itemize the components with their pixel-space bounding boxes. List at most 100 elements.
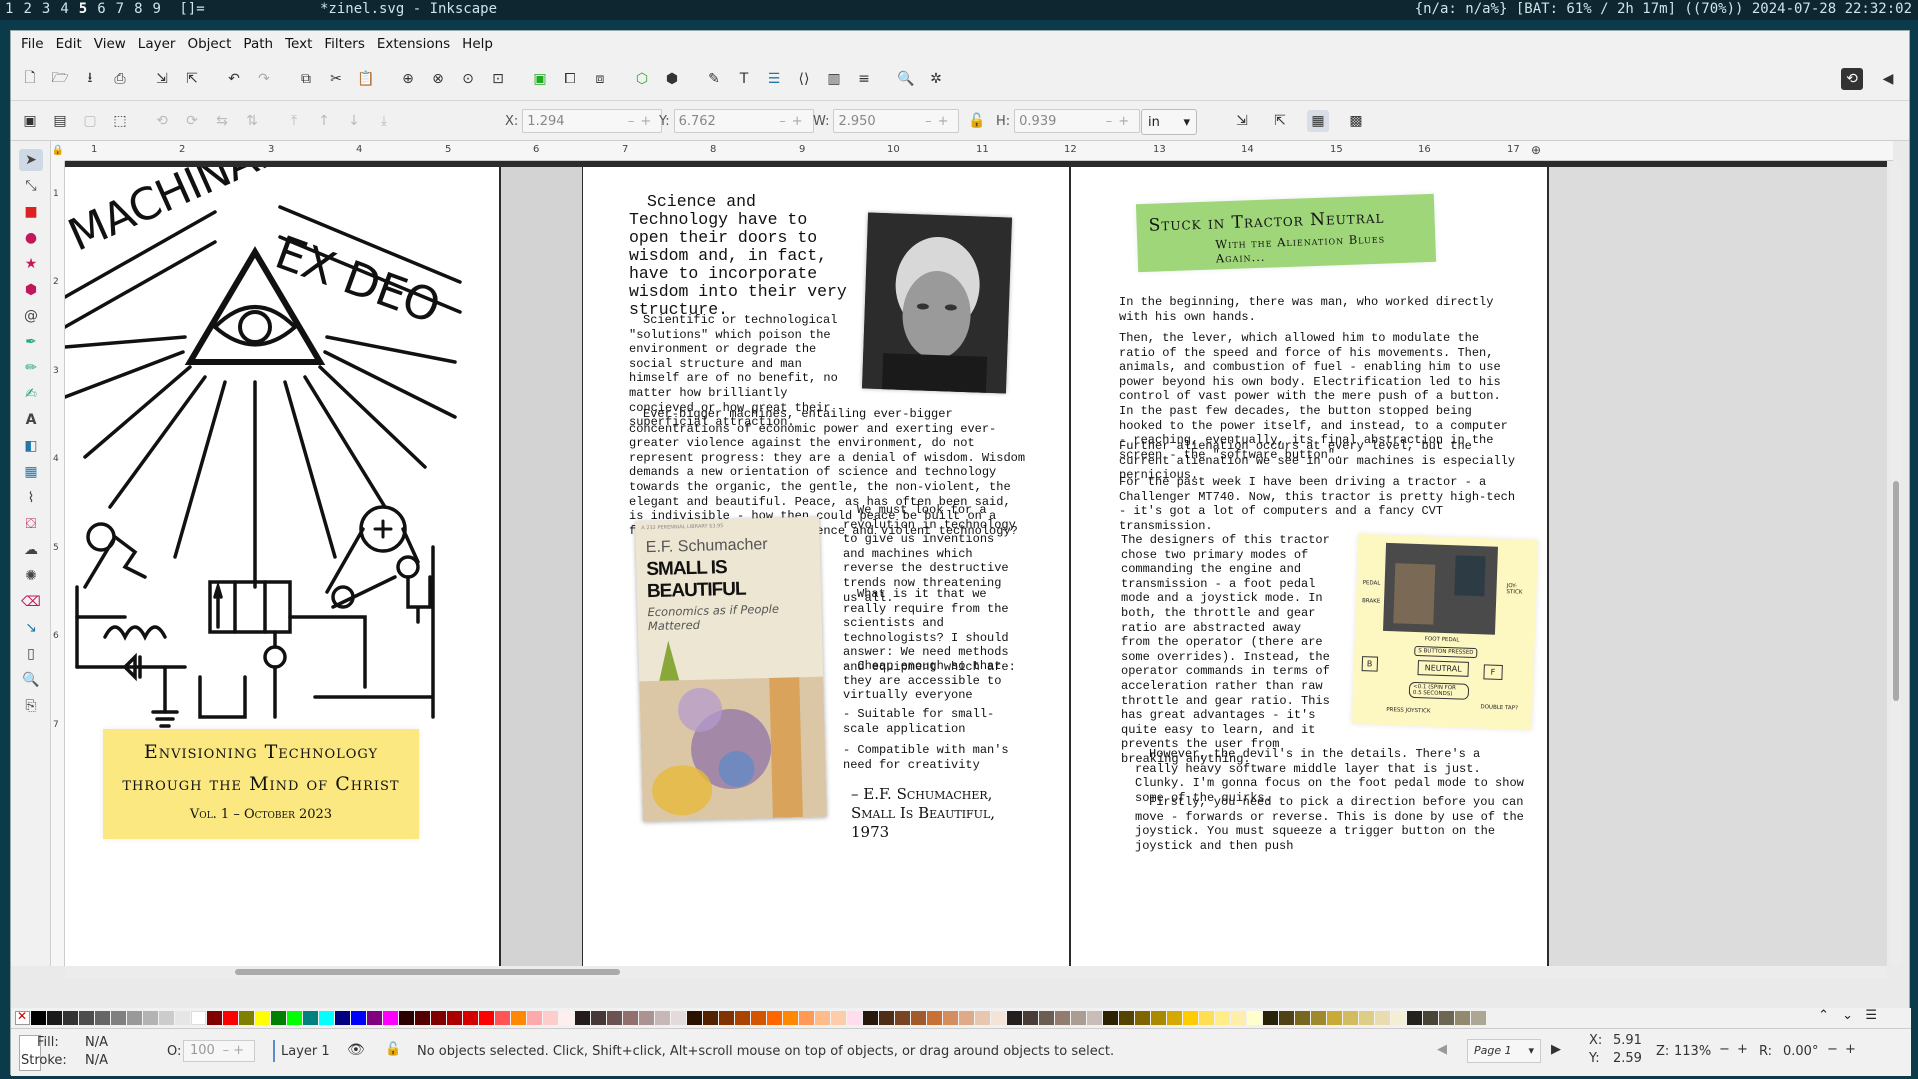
color-swatch[interactable] xyxy=(1215,1011,1230,1025)
page-tractor[interactable]: Stuck in Tractor Neutral With the Aliena… xyxy=(1071,167,1547,966)
color-swatch[interactable] xyxy=(527,1011,542,1025)
color-swatch[interactable] xyxy=(959,1011,974,1025)
color-swatch[interactable] xyxy=(1135,1011,1150,1025)
deselect-icon[interactable]: ▢ xyxy=(79,110,101,132)
dropper-tool-icon[interactable]: ⌇ xyxy=(19,487,43,509)
export-icon[interactable]: ⇱ xyxy=(181,68,203,90)
ungroup-icon[interactable]: ⬢ xyxy=(661,68,683,90)
spray-tool-icon[interactable]: ✺ xyxy=(19,565,43,587)
horizontal-scrollbar[interactable] xyxy=(65,966,1887,978)
color-swatch[interactable] xyxy=(111,1011,126,1025)
mesh-tool-icon[interactable]: ▦ xyxy=(19,461,43,483)
workspace-6[interactable]: 6 xyxy=(92,0,110,18)
zoom-selection-icon[interactable]: ⊕ xyxy=(397,68,419,90)
color-swatch[interactable] xyxy=(63,1011,78,1025)
color-swatch[interactable] xyxy=(351,1011,366,1025)
scale-corners-icon[interactable]: ⇱ xyxy=(1269,110,1291,132)
color-swatch[interactable] xyxy=(863,1011,878,1025)
eraser-tool-icon[interactable]: ⌫ xyxy=(19,591,43,613)
page-select[interactable]: Page 1 ▾ xyxy=(1467,1039,1541,1063)
color-swatch[interactable] xyxy=(847,1011,862,1025)
w-stepper-icon[interactable]: –+ xyxy=(925,114,954,129)
fill-value[interactable]: N/A xyxy=(85,1035,108,1050)
color-swatch[interactable] xyxy=(687,1011,702,1025)
color-swatch[interactable] xyxy=(1439,1011,1454,1025)
color-swatch[interactable] xyxy=(879,1011,894,1025)
color-swatch[interactable] xyxy=(495,1011,510,1025)
color-swatch[interactable] xyxy=(927,1011,942,1025)
color-swatch[interactable] xyxy=(207,1011,222,1025)
zoom-value[interactable]: 113% xyxy=(1674,1044,1711,1059)
color-swatch[interactable] xyxy=(1375,1011,1390,1025)
opacity-stepper-icon[interactable]: –+ xyxy=(223,1043,248,1059)
horizontal-scroll-thumb[interactable] xyxy=(235,969,620,975)
lower-icon[interactable]: ↓ xyxy=(343,110,365,132)
page-schumacher[interactable]: Science and Technology have to open thei… xyxy=(583,167,1069,966)
color-swatch[interactable] xyxy=(159,1011,174,1025)
color-swatch[interactable] xyxy=(1263,1011,1278,1025)
x-stepper-icon[interactable]: –+ xyxy=(628,114,657,129)
print-icon[interactable]: ⎙ xyxy=(109,68,131,90)
group-icon[interactable]: ⬡ xyxy=(631,68,653,90)
selector-tool-icon[interactable]: ➤ xyxy=(19,149,43,171)
preferences-icon[interactable]: ✲ xyxy=(925,68,947,90)
workspace-5[interactable]: 5 xyxy=(74,0,92,18)
layout-indicator[interactable]: []= xyxy=(174,0,209,18)
zoom-page-icon[interactable]: ⊙ xyxy=(457,68,479,90)
color-swatch[interactable] xyxy=(639,1011,654,1025)
zoom-drawing-icon[interactable]: ⊗ xyxy=(427,68,449,90)
move-gradients-icon[interactable]: ▦ xyxy=(1307,110,1329,132)
raise-top-icon[interactable]: ⤒ xyxy=(283,110,305,132)
color-swatch[interactable] xyxy=(799,1011,814,1025)
horizontal-ruler[interactable]: 1 2 3 4 5 6 7 8 9 10 11 12 13 14 15 16 1… xyxy=(65,141,1893,161)
lower-bottom-icon[interactable]: ⤓ xyxy=(373,110,395,132)
color-swatch[interactable] xyxy=(1471,1011,1486,1025)
select-all-layers-icon[interactable]: ▤ xyxy=(49,110,71,132)
color-swatch[interactable] xyxy=(239,1011,254,1025)
clone-icon[interactable]: ⧠ xyxy=(559,68,581,90)
color-swatch[interactable] xyxy=(1023,1011,1038,1025)
menu-text[interactable]: Text xyxy=(279,36,318,52)
star-tool-icon[interactable]: ★ xyxy=(19,253,43,275)
unit-select[interactable]: in ▾ xyxy=(1141,109,1197,135)
color-swatch[interactable] xyxy=(655,1011,670,1025)
calligraphy-tool-icon[interactable]: ✍ xyxy=(19,383,43,405)
node-tool-icon[interactable]: ⤡ xyxy=(19,175,43,197)
distribute-icon[interactable]: ≡ xyxy=(853,68,875,90)
tweak-tool-icon[interactable]: ☁ xyxy=(19,539,43,561)
rotate-minus-icon[interactable]: − xyxy=(1827,1042,1838,1057)
color-swatch[interactable] xyxy=(79,1011,94,1025)
raise-icon[interactable]: ↑ xyxy=(313,110,335,132)
color-swatch[interactable] xyxy=(1071,1011,1086,1025)
menu-layer[interactable]: Layer xyxy=(132,36,182,52)
import-icon[interactable]: ⇲ xyxy=(151,68,173,90)
color-swatch[interactable] xyxy=(255,1011,270,1025)
menu-help[interactable]: Help xyxy=(456,36,499,52)
lock-guides-icon[interactable]: 🔒 xyxy=(51,141,65,161)
color-swatch[interactable] xyxy=(671,1011,686,1025)
y-input[interactable]: 6.762 –+ xyxy=(673,109,814,133)
canvas[interactable]: MACHINAE EX DEO Envisioning Technology t… xyxy=(65,161,1887,966)
ellipse-tool-icon[interactable]: ● xyxy=(19,227,43,249)
color-swatch[interactable] xyxy=(415,1011,430,1025)
color-swatch[interactable] xyxy=(815,1011,830,1025)
color-swatch[interactable] xyxy=(895,1011,910,1025)
workspace-2[interactable]: 2 xyxy=(18,0,36,18)
measure-tool-icon[interactable]: ⎘ xyxy=(19,695,43,717)
rotate-plus-icon[interactable]: + xyxy=(1845,1042,1856,1057)
color-swatch[interactable] xyxy=(319,1011,334,1025)
copy-icon[interactable]: ⧉ xyxy=(295,68,317,90)
workspace-7[interactable]: 7 xyxy=(111,0,129,18)
color-swatch[interactable] xyxy=(1359,1011,1374,1025)
color-swatch[interactable] xyxy=(767,1011,782,1025)
color-swatch[interactable] xyxy=(31,1011,46,1025)
flip-horizontal-icon[interactable]: ⇆ xyxy=(211,110,233,132)
connector-tool-icon[interactable]: ↘ xyxy=(19,617,43,639)
color-swatch[interactable] xyxy=(143,1011,158,1025)
color-swatch[interactable] xyxy=(1391,1011,1406,1025)
color-swatch[interactable] xyxy=(463,1011,478,1025)
color-swatch[interactable] xyxy=(95,1011,110,1025)
color-swatch[interactable] xyxy=(447,1011,462,1025)
color-swatch[interactable] xyxy=(591,1011,606,1025)
3d-box-tool-icon[interactable]: ⬢ xyxy=(19,279,43,301)
